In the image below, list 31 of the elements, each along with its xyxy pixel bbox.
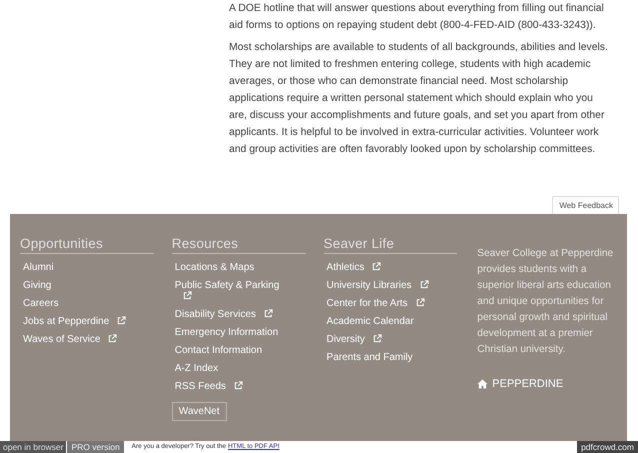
footer-link[interactable]: RSS Feeds xyxy=(172,381,288,392)
footer-link[interactable]: Jobs at Pepperdine xyxy=(20,316,136,327)
pepperdine-logo[interactable]: PEPPERDINE xyxy=(477,378,621,390)
footer-link[interactable]: Careers xyxy=(20,298,136,309)
home-icon xyxy=(477,379,488,389)
article-paragraph: Most scholarships are available to students of all backgrounds, abilities and levels. They are not limited to freshmen entering college, students with high academic averages, or those who can demonstrate financial need. Most scholarship applications require a written personal statement which should explain who you are, discuss your accomplishments and future goals, and set you apart from other applicants. It is helpful to be involved in extra-curricular activities. Volunteer work and group activities are often favorably looked upon by scholarship committees. xyxy=(229,41,608,157)
pdfcrowd-link[interactable]: pdfcrowd.com xyxy=(577,441,638,453)
feedback-button[interactable]: Web Feedback xyxy=(552,196,619,214)
footer-link[interactable]: Contact Information xyxy=(172,345,288,356)
footer-link[interactable]: University Libraries xyxy=(324,280,440,291)
footer-link[interactable]: Giving xyxy=(20,280,136,291)
footer-link[interactable]: Emergency Information xyxy=(172,327,288,338)
footer-link[interactable]: Public Safety & Parking xyxy=(172,280,288,302)
footer-link[interactable]: Alumni xyxy=(20,262,136,273)
column-heading: Resources xyxy=(172,236,306,254)
column-heading: Opportunities xyxy=(20,236,154,254)
footer-link[interactable]: Diversity xyxy=(324,334,440,345)
footer-link[interactable]: Athletics xyxy=(324,262,440,273)
footer-link[interactable]: A-Z Index xyxy=(172,363,288,374)
footer-link[interactable]: Center for the Arts xyxy=(324,298,440,309)
footer-link[interactable]: Academic Calendar xyxy=(324,316,440,327)
column-heading: Seaver Life xyxy=(324,236,458,254)
footer-link[interactable]: Locations & Maps xyxy=(172,262,288,273)
college-description: Seaver College at Pepperdine provides students with a superior liberal arts education and unique opportunities for personal growth and spiritual development at a premier Christian university. xyxy=(477,247,614,357)
footer-link[interactable]: Parents and Family xyxy=(324,352,440,363)
wavenet-button[interactable]: WaveNet xyxy=(172,402,227,421)
footer-link[interactable]: Waves of Service xyxy=(20,334,136,345)
article-paragraph: A DOE hotline that will answer questions about everything from filling out financial aid forms to options on repaying student debt (800-4-FED-AID (800-433-3243)). xyxy=(229,2,605,33)
footer-link[interactable]: Disability Services xyxy=(172,309,288,320)
open-in-browser-button[interactable]: open in browser xyxy=(0,441,66,453)
pro-version-button[interactable]: PRO version xyxy=(67,441,124,453)
